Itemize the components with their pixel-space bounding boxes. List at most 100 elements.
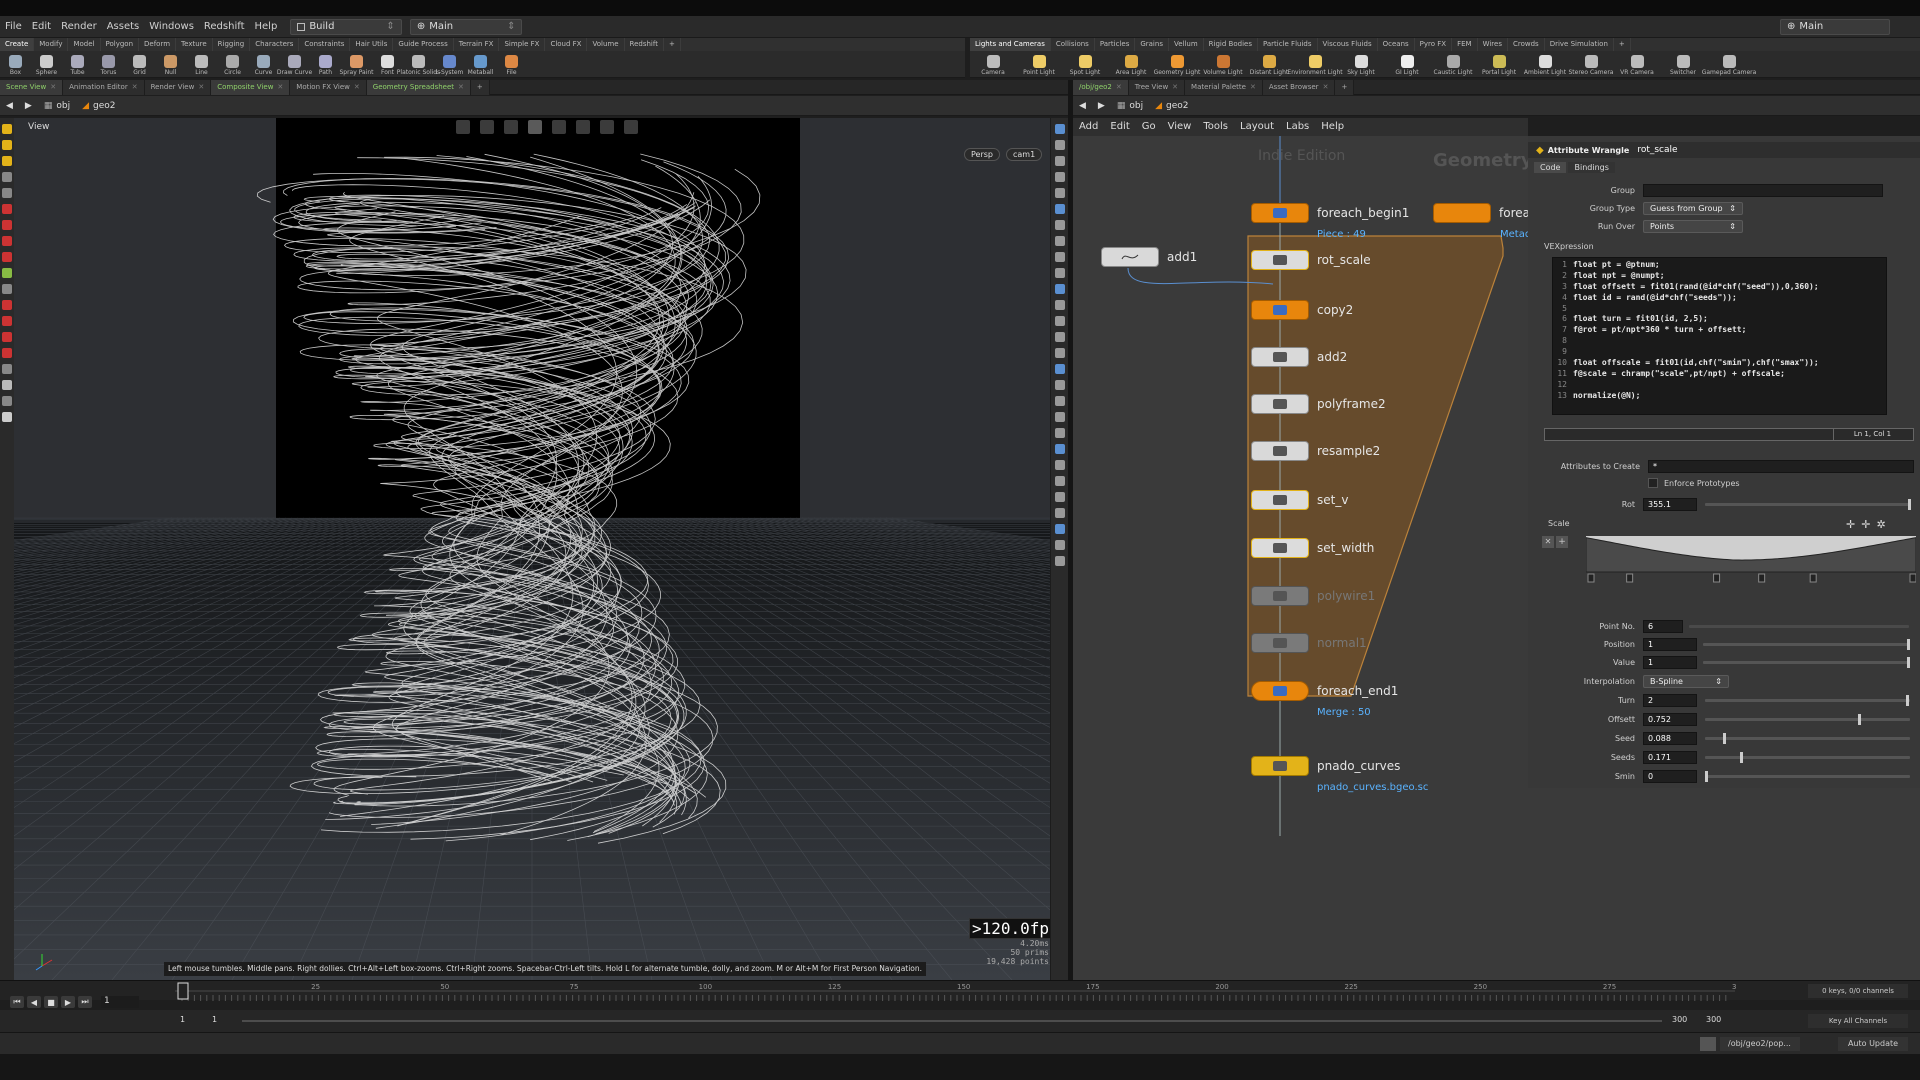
tool-null[interactable]: Null [155, 53, 186, 76]
play-button[interactable]: ▶ [61, 996, 75, 1008]
shelf-tab-volume[interactable]: Volume [587, 38, 625, 51]
shelf-tab-polygon[interactable]: Polygon [101, 38, 140, 51]
auto-update-menu[interactable]: Auto Update [1838, 1037, 1908, 1051]
shelf-tab-constraints[interactable]: Constraints [299, 38, 351, 51]
node-foreach-begin-right[interactable]: foreac [1433, 203, 1528, 223]
run-over-menu[interactable]: Points ⇕ [1643, 219, 1743, 233]
path-geo[interactable]: ◢ geo2 [1149, 101, 1194, 111]
tool-tube[interactable]: Tube [62, 53, 93, 76]
shelf-tab-collisions[interactable]: Collisions [1051, 38, 1095, 51]
snapshot-icon[interactable] [624, 120, 638, 134]
display-option-icon[interactable] [1054, 412, 1065, 422]
tool-geometry-light[interactable]: Geometry Light [1154, 53, 1200, 76]
close-icon[interactable]: ✕ [1116, 83, 1122, 91]
stop-button[interactable]: ■ [44, 996, 58, 1008]
pane-tab-asset-browser[interactable]: Asset Browser ✕ [1262, 79, 1336, 95]
shelf-tab-oceans[interactable]: Oceans [1378, 38, 1415, 51]
code-text[interactable]: float pt = @ptnum; float npt = @numpt; flo… [1573, 260, 1873, 402]
slider-knob[interactable] [1905, 694, 1909, 706]
param-tab-code[interactable]: Code [1534, 162, 1567, 173]
tool-sphere[interactable]: Sphere [31, 53, 62, 76]
net-menu-help[interactable]: Help [1315, 118, 1350, 136]
shelf-tab-lights-and-cameras[interactable]: Lights and Cameras [970, 38, 1051, 51]
transform-icon[interactable] [504, 120, 518, 134]
range-start-2[interactable]: 1 [212, 1015, 217, 1024]
viewport-tool-icon[interactable] [2, 300, 12, 310]
display-option-icon[interactable] [1054, 364, 1065, 374]
shelf-tab-terrain-fx[interactable]: Terrain FX [454, 38, 500, 51]
shelf-tab-redshift[interactable]: Redshift [625, 38, 664, 51]
status-icon[interactable] [1700, 1037, 1716, 1051]
slider-knob[interactable] [1908, 498, 1911, 510]
viewport-tool-icon[interactable] [2, 172, 12, 182]
tool-environment-light[interactable]: Environment Light [1287, 53, 1343, 76]
node-body[interactable] [1251, 203, 1309, 223]
param-field[interactable]: 2 [1643, 693, 1697, 707]
add-key-icon[interactable]: ✛ [1846, 518, 1855, 531]
snap-icon[interactable] [456, 120, 470, 134]
display-option-icon[interactable] [1054, 460, 1065, 470]
node-name-field[interactable]: rot_scale [1637, 145, 1677, 155]
param-field[interactable]: 0.171 [1643, 750, 1697, 764]
net-menu-layout[interactable]: Layout [1234, 118, 1280, 136]
right-desk-selector[interactable]: ⊕ Main [1780, 18, 1890, 35]
tool-spray-paint[interactable]: Spray Paint [339, 53, 374, 76]
menu-render[interactable]: Render [56, 16, 102, 38]
node-body[interactable] [1251, 441, 1309, 461]
tool-gi-light[interactable]: GI Light [1384, 53, 1430, 76]
slider-knob[interactable] [1739, 751, 1743, 763]
rot-slider[interactable] [1705, 498, 1911, 510]
node-body[interactable] [1251, 300, 1309, 320]
forward-arrow-icon[interactable]: ▶ [19, 101, 38, 111]
position-field[interactable]: 1 [1643, 637, 1697, 651]
path-obj[interactable]: ▦ obj [1111, 101, 1149, 111]
pane-tab-animation-editor[interactable]: Animation Editor ✕ [63, 79, 145, 95]
slider-knob[interactable] [1705, 770, 1708, 782]
display-option-icon[interactable] [1054, 492, 1065, 502]
param-field[interactable]: 0.088 [1643, 731, 1697, 745]
shelf-tab-rigging[interactable]: Rigging [213, 38, 251, 51]
shelf-tab-texture[interactable]: Texture [176, 38, 213, 51]
slider-knob[interactable] [1907, 638, 1910, 650]
viewport-tool-icon[interactable] [2, 188, 12, 198]
shelf-tab-rigid-bodies[interactable]: Rigid Bodies [1204, 38, 1258, 51]
tool-area-light[interactable]: Area Light [1108, 53, 1154, 76]
display-option-icon[interactable] [1054, 332, 1065, 342]
pane-tab-scene-view[interactable]: Scene View ✕ [0, 79, 64, 95]
menu-windows[interactable]: Windows [144, 16, 199, 38]
net-menu-tools[interactable]: Tools [1197, 118, 1234, 136]
display-option-icon[interactable] [1054, 188, 1065, 198]
status-path[interactable]: /obj/geo2/pop... [1720, 1037, 1800, 1051]
add-tab-icon[interactable]: + [470, 79, 490, 95]
tool-line[interactable]: Line [186, 53, 217, 76]
close-icon[interactable]: ✕ [1250, 83, 1256, 91]
pane-tab-motion-fx-view[interactable]: Motion FX View ✕ [290, 79, 367, 95]
path-geo[interactable]: ◢ geo2 [76, 101, 121, 111]
viewport-tool-icon[interactable] [2, 316, 12, 326]
node-body[interactable] [1251, 756, 1309, 776]
tool-platonic-solids[interactable]: Platonic Solids [397, 53, 440, 76]
tool-draw-curve[interactable]: Draw Curve [277, 53, 312, 76]
net-menu-labs[interactable]: Labs [1280, 118, 1315, 136]
shelf-tab-create[interactable]: Create [0, 38, 35, 51]
shelf-tab-particles[interactable]: Particles [1095, 38, 1136, 51]
tool-spot-light[interactable]: Spot Light [1062, 53, 1108, 76]
node-set-width[interactable]: set_width [1251, 538, 1374, 558]
viewport-tool-icon[interactable] [2, 412, 12, 422]
display-option-icon[interactable] [1054, 540, 1065, 550]
tool-ambient-light[interactable]: Ambient Light [1522, 53, 1568, 76]
menu-edit[interactable]: Edit [27, 16, 56, 38]
node-polyframe2[interactable]: polyframe2 [1251, 394, 1386, 414]
shelf-tab-particle-fluids[interactable]: Particle Fluids [1258, 38, 1318, 51]
shelf-tab-pyro-fx[interactable]: Pyro FX [1415, 38, 1453, 51]
viewport-tool-icon[interactable] [2, 236, 12, 246]
pane-tab-composite-view[interactable]: Composite View ✕ [211, 79, 291, 95]
tool-switcher[interactable]: Switcher [1660, 53, 1706, 76]
shelf-tab-crowds[interactable]: Crowds [1508, 38, 1545, 51]
tool-curve[interactable]: Curve [248, 53, 279, 76]
close-icon[interactable]: ✕ [198, 83, 204, 91]
viewport-tool-icon[interactable] [2, 396, 12, 406]
path-obj[interactable]: ▦ obj [38, 101, 76, 111]
close-icon[interactable]: ✕ [354, 83, 360, 91]
shelf-tab-vellum[interactable]: Vellum [1169, 38, 1204, 51]
